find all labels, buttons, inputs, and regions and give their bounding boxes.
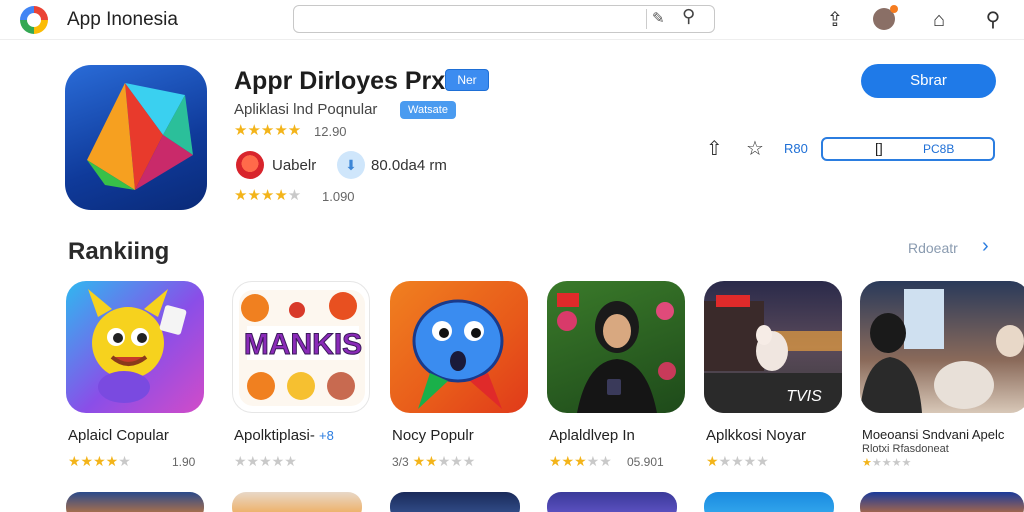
home-icon[interactable]: ⌂ — [925, 6, 953, 34]
app-icon — [65, 65, 207, 210]
app-name[interactable]: Aplaicl Copular — [68, 427, 169, 444]
app-rating-stars: 3/3 ★★★★★ — [392, 453, 476, 469]
app-name[interactable]: Apolktiplasi- +8 — [234, 427, 334, 444]
app-card[interactable]: Aplaldlvep In ★★★★★ 05.901 — [547, 281, 687, 481]
search-divider — [646, 9, 647, 29]
search-input[interactable]: ✎ ⚲ — [293, 5, 715, 33]
help-icon[interactable]: ⚲ — [979, 6, 1007, 34]
app-subtitle: Apliklasi lnd Poqnular — [234, 101, 378, 118]
app-card[interactable]: MANKIS Apolktiplasi- +8 ★★★★★ — [232, 281, 372, 481]
download-icon: ⬇ — [337, 151, 365, 179]
app-subname: Rlotxi Rfasdoneat — [862, 443, 949, 455]
top-bar: App Inonesia ✎ ⚲ ⇪ ⌂ ⚲ — [0, 0, 1024, 40]
rating-value: 12.90 — [314, 124, 347, 139]
app-thumbnail[interactable] — [704, 492, 834, 512]
app-card[interactable]: Aplaicl Copular ★★★★★ 1.90 — [66, 281, 206, 481]
app-name[interactable]: Aplaldlvep In — [549, 427, 635, 444]
app-thumbnail[interactable] — [66, 492, 204, 512]
app-rating-stars: ★★★★★ — [68, 453, 131, 469]
app-score: 05.901 — [627, 455, 664, 469]
share-icon[interactable]: ⇪ — [821, 6, 849, 34]
outline-button-label: PC8B — [923, 142, 955, 156]
app-thumbnail[interactable] — [66, 281, 204, 413]
new-badge: Ner — [445, 69, 489, 91]
app-score: 1.90 — [172, 455, 196, 469]
app-rating-stars: ★★★★★ — [862, 457, 912, 469]
search-icon[interactable]: ⚲ — [682, 6, 695, 27]
share-icon[interactable]: ⇧ — [706, 136, 723, 161]
see-more-link[interactable]: Rdoeatr — [908, 240, 958, 256]
app-thumbnail[interactable] — [232, 492, 362, 512]
chevron-right-icon[interactable]: › — [982, 235, 989, 258]
app-rating-stars: ★★★★★ — [234, 453, 297, 469]
app-card[interactable]: Nocy Populr 3/3 ★★★★★ — [390, 281, 530, 481]
wishlist-label[interactable]: R80 — [784, 141, 808, 156]
thumbnail-text: TVIS — [786, 388, 822, 405]
app-thumbnail[interactable]: MANKIS — [232, 281, 370, 413]
app-name[interactable]: Moeoansi Sndvani Apelc — [862, 427, 1004, 442]
second-rating-stars: ★★★★★ — [234, 187, 302, 204]
app-thumbnail[interactable] — [547, 492, 677, 512]
google-logo-icon[interactable] — [20, 6, 48, 34]
rating-stars: ★★★★★ — [234, 122, 302, 139]
notification-dot — [890, 5, 898, 13]
app-thumbnail[interactable] — [390, 492, 520, 512]
category-badge[interactable]: Watsate — [400, 101, 456, 119]
app-suffix: +8 — [319, 428, 334, 443]
app-rating-stars: ★★★★★ — [549, 453, 612, 469]
download-count: 80.0da4 rm — [371, 157, 447, 174]
app-card[interactable]: TVIS Aplkkosi Noyar ★★★★★ — [704, 281, 844, 481]
app-thumbnail[interactable] — [547, 281, 685, 413]
outline-button[interactable]: [] PC8B — [821, 137, 995, 161]
app-thumbnail[interactable] — [860, 281, 1024, 413]
second-rating-value: 1.090 — [322, 189, 355, 204]
developer-icon — [236, 151, 264, 179]
app-thumbnail[interactable]: TVIS — [704, 281, 842, 413]
install-button[interactable]: Sbrar — [861, 64, 996, 98]
pen-icon[interactable]: ✎ — [652, 9, 665, 27]
device-icon: [] — [875, 140, 883, 156]
ranking-title: Rankiing — [68, 238, 170, 265]
developer-name[interactable]: Uabelr — [272, 157, 316, 174]
thumbnail-text: MANKIS — [244, 328, 362, 361]
app-name[interactable]: Aplkkosi Noyar — [706, 427, 806, 444]
app-rating-stars: ★★★★★ — [706, 453, 769, 469]
app-thumbnail[interactable] — [860, 492, 1024, 512]
app-title-heading: Appr Dirloyes Prx — [234, 67, 446, 95]
app-name[interactable]: Nocy Populr — [392, 427, 474, 444]
app-title: App Inonesia — [67, 9, 178, 30]
app-card[interactable]: Moeoansi Sndvani Apelc Rlotxi Rfasdoneat… — [860, 281, 1024, 481]
app-thumbnail[interactable] — [390, 281, 528, 413]
star-icon[interactable]: ☆ — [746, 136, 764, 161]
